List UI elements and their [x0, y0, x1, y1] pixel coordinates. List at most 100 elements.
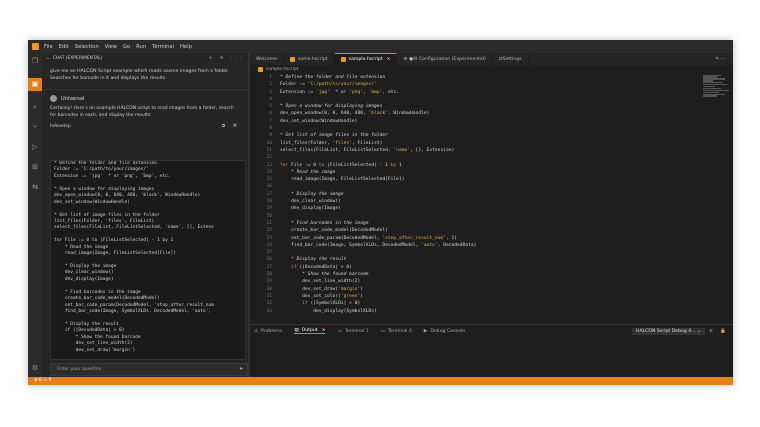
chat-icon[interactable]: ▣ [28, 78, 42, 91]
code-text: read_image(Image, FileListSelected[File]… [280, 177, 405, 183]
code-line[interactable]: 8 [250, 125, 700, 132]
assistant-header: Universal [42, 92, 248, 105]
panel-action-icons[interactable]: ≡ 🔒 [709, 329, 729, 334]
code-line[interactable]: 16 [250, 183, 700, 190]
minimap[interactable] [703, 74, 731, 114]
panel-tab-label: Problems [261, 328, 283, 334]
code-line[interactable]: 5 * Open a window for displaying images [250, 103, 700, 110]
code-line[interactable]: 17 * Display the image [250, 191, 700, 198]
send-icon[interactable]: ➤ [239, 364, 243, 375]
line-number: 28 [266, 272, 272, 278]
panel-tab-output[interactable]: ▤ Output × [294, 328, 326, 334]
code-line[interactable]: 24 find_bar_code(Image, SymbolXLDs, Deco… [250, 242, 700, 249]
code-line[interactable]: 13 for File := 0 to |FileListSelected| - … [250, 162, 700, 169]
code-line[interactable]: 10 list_files(Folder, 'files', FileList) [250, 140, 700, 147]
menu-edit[interactable]: Edit [59, 44, 69, 50]
tab-ai-configuration-experimental-[interactable]: ⚙ ● AI Configuration (Experimental) [397, 53, 493, 65]
panel-tabs: ⚠ Problems ▤ Output × ▭ Terminal 1 ▭ Terminal 0 ▶… [250, 325, 733, 337]
code-line[interactable]: 31 dev_set_color('green') [250, 293, 700, 300]
code-line[interactable]: 6 dev_open_window(0, 0, 640, 480, 'black'… [250, 110, 700, 117]
code-line[interactable]: 3 Extension := 'jpg' * or 'png', 'bmp', e… [250, 89, 700, 96]
code-text: for File := 0 to |FileListSelected| - 1 … [280, 162, 402, 168]
line-number: 19 [266, 206, 272, 212]
panel-tab-icon: ⚠ [254, 328, 259, 334]
breadcrumb[interactable]: sample.hscript [250, 65, 733, 74]
code-line[interactable]: 11 select_files(FileList, FileListSelecte… [250, 147, 700, 154]
code-line[interactable]: 1 * Define the folder and file extension [250, 74, 700, 81]
code-line[interactable]: 4 [250, 96, 700, 103]
code-line[interactable]: 12 [250, 154, 700, 161]
code-line[interactable]: 14 * Read the image [250, 169, 700, 176]
close-icon[interactable]: × [387, 57, 391, 62]
halcon-logo-icon [32, 43, 39, 50]
search-icon[interactable]: ⌕ [31, 103, 39, 111]
copy-insert-icons[interactable]: ⧉ ⌘ [222, 123, 240, 129]
code-language: hdevelop [50, 123, 71, 129]
line-number: 5 [269, 104, 272, 110]
gear-icon[interactable]: ⚙ [31, 364, 39, 372]
line-number: 14 [266, 169, 272, 175]
chat-header-actions[interactable]: + ⟲ ··· [209, 56, 244, 61]
code-line[interactable]: 26 * Display the result [250, 256, 700, 263]
close-icon[interactable]: × [322, 328, 326, 333]
status-bar[interactable]: ⊗ 0 ⚠ 0 [28, 377, 733, 385]
panel-tab-terminal-1[interactable]: ▭ Terminal 1 [337, 329, 368, 334]
code-line[interactable]: 28 * Show the found barcode [250, 271, 700, 278]
source-control-icon[interactable]: ⑂ [31, 123, 39, 131]
output-channel-select[interactable]: HALCON Script Debug A... ⌄ [631, 327, 705, 335]
code-text: * Find barcodes in the image [280, 220, 369, 226]
app-window: File Edit Selection View Go Run Terminal… [28, 40, 733, 385]
chat-input[interactable]: Enter your question ➤ [50, 363, 248, 376]
code-line[interactable]: 29 dev_set_line_width(2) [250, 278, 700, 285]
files-icon[interactable]: ❐ [31, 57, 39, 65]
tab-welcome[interactable]: Welcome [250, 53, 285, 65]
chat-title: CHAT (EXPERIMENTAL) [52, 55, 103, 61]
panel-tab-terminal-0[interactable]: ▭ Terminal 0 [381, 329, 412, 334]
assistant-message: Certainly! Here's an example HALCON scri… [50, 106, 234, 118]
code-line[interactable]: 2 Folder := 'C:/path/to/your/images/' [250, 81, 700, 88]
code-editor[interactable]: 1 * Define the folder and file extension 2… [250, 74, 700, 324]
user-message: give me an HALCON Script example which r… [42, 63, 248, 87]
code-line[interactable]: 27 if (|DecodedData| > 0) [250, 264, 700, 271]
code-line[interactable]: 21 * Find barcodes in the image [250, 220, 700, 227]
code-line[interactable]: 9 * Get list of image files in the folder [250, 132, 700, 139]
panel-tab-debug-console[interactable]: ▶ Debug Console [424, 329, 465, 334]
tab-some-hscript[interactable]: some.hscript [284, 53, 335, 65]
code-line[interactable]: 25 [250, 249, 700, 256]
chat-panel: ⌄ CHAT (EXPERIMENTAL) + ⟲ ··· give me an… [42, 53, 248, 377]
code-line[interactable]: 33 dev_display(SymbolXLDs) [250, 308, 700, 315]
run-debug-icon[interactable]: ▷ [31, 143, 39, 151]
code-line[interactable]: 15 read_image(Image, FileListSelected[Fi… [250, 176, 700, 183]
chevron-down-icon[interactable]: ⌄ [46, 56, 50, 61]
menu-file[interactable]: File [44, 44, 53, 50]
assistant-avatar [50, 95, 57, 102]
code-text: dev_set_line_width(2) [280, 279, 361, 285]
menu-view[interactable]: View [105, 44, 117, 50]
editor-actions-icon[interactable]: ✎ ··· [715, 53, 733, 65]
code-line[interactable]: 30 dev_set_draw('margin') [250, 286, 700, 293]
tab-sample-hscript[interactable]: sample.hscript × [334, 53, 398, 65]
code-line[interactable]: 20 [250, 213, 700, 220]
panel-tab-label: Terminal 0 [387, 328, 412, 334]
extensions-icon[interactable]: ⊞ [31, 163, 39, 171]
panel-tab-problems[interactable]: ⚠ Problems [254, 329, 282, 334]
code-line[interactable]: 32 if (|SymbolXLDs| > 0) [250, 300, 700, 307]
menu-run[interactable]: Run [136, 44, 146, 50]
menu-terminal[interactable]: Terminal [152, 44, 174, 50]
hscript-file-icon [340, 57, 346, 62]
code-line[interactable]: 18 dev_clear_window() [250, 198, 700, 205]
line-number: 3 [269, 89, 272, 95]
menu-selection[interactable]: Selection [75, 44, 99, 50]
code-text: * Define the folder and file extension [280, 75, 386, 80]
code-line[interactable]: 23 set_bar_code_param(DecodedModel, 'sto… [250, 235, 700, 242]
line-number: 2 [269, 82, 272, 88]
tab-settings[interactable]: ⇄ Settings [493, 53, 529, 65]
code-line[interactable]: 22 create_bar_code_model(DecodedModel) [250, 227, 700, 234]
menu-go[interactable]: Go [123, 44, 130, 50]
code-line[interactable]: 7 dev_set_window(WindowHandle) [250, 118, 700, 125]
line-number: 33 [266, 308, 272, 314]
remote-icon[interactable]: ⇆ [31, 183, 39, 191]
menu-help[interactable]: Help [180, 44, 192, 50]
code-line[interactable]: 19 dev_display(Image) [250, 205, 700, 212]
activity-bar: ❐ ▣ ⌕ ⑂ ▷ ⊞ ⇆ ⚙ [28, 53, 42, 377]
